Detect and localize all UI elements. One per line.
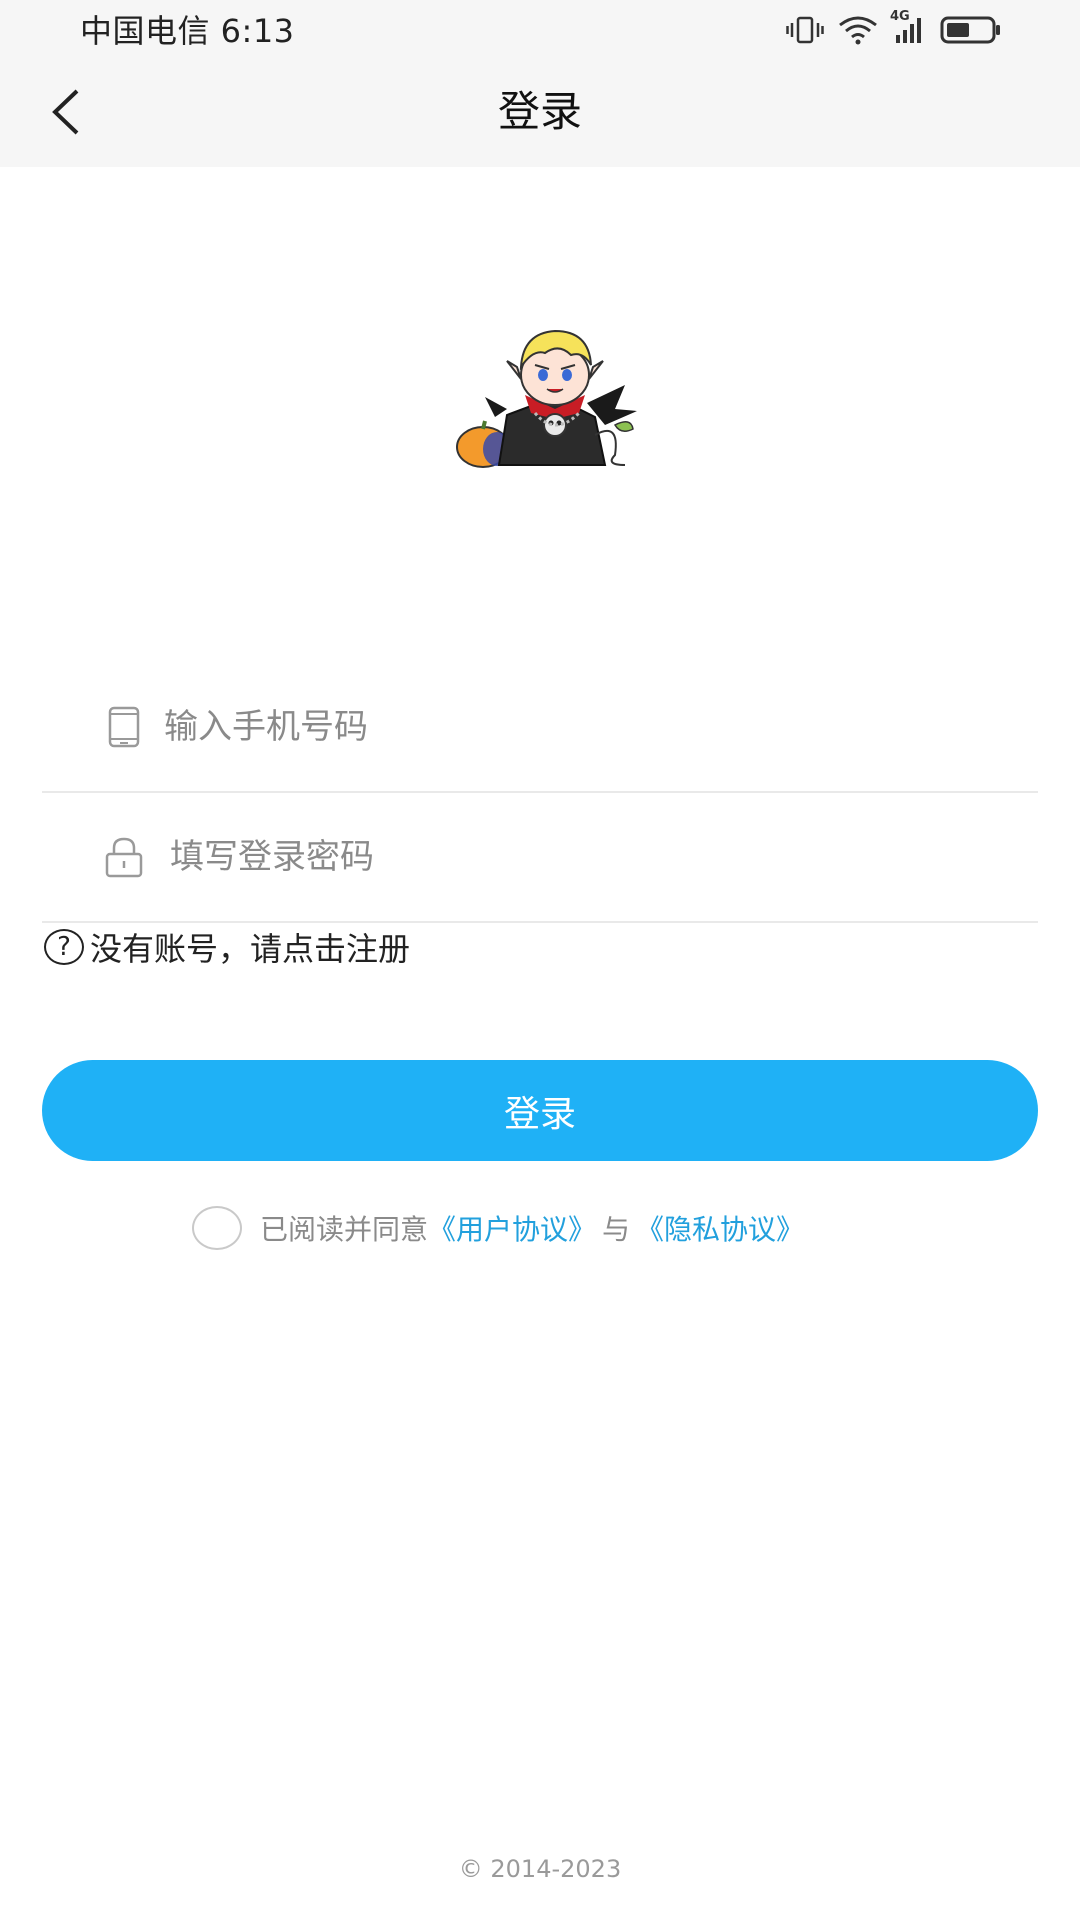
login-page: 中国电信 6:13 4G 登录 输入手机号码 ? 没有账号，请点击注册 登录 已… (0, 0, 1080, 1920)
agreement-separator: 与 (602, 1213, 631, 1246)
battery-icon (940, 15, 1002, 45)
register-link[interactable]: ? 没有账号，请点击注册 (44, 924, 410, 970)
agree-checkbox[interactable] (192, 1206, 242, 1250)
network-type-label: 4G (890, 9, 910, 24)
wifi-icon (838, 15, 878, 45)
phone-field-row (42, 663, 1038, 793)
login-button[interactable]: 登录 (42, 1060, 1038, 1161)
lock-icon (102, 833, 146, 881)
agreement-row: 已阅读并同意 《用户协议》 与 《隐私协议》 (192, 1203, 804, 1253)
signal-icon: 4G (890, 9, 926, 45)
password-field-row (42, 793, 1038, 923)
privacy-agreement-link[interactable]: 《隐私协议》 (636, 1208, 804, 1248)
password-input[interactable] (170, 827, 990, 887)
page-title: 登录 (497, 87, 582, 136)
agreement-prefix: 已阅读并同意 (260, 1213, 429, 1246)
copyright-text: © 2014-2023 (458, 1855, 622, 1883)
mascot-image (455, 325, 645, 475)
vibrate-icon (786, 16, 824, 44)
top-bar: 中国电信 6:13 4G 登录 (0, 0, 1080, 167)
status-icons: 4G (786, 9, 1002, 50)
phone-icon (102, 703, 146, 751)
register-hint-text: 没有账号，请点击注册 (90, 930, 411, 968)
question-circle-icon: ? (44, 929, 84, 965)
user-agreement-link[interactable]: 《用户协议》 (428, 1208, 596, 1248)
phone-input[interactable] (164, 697, 984, 757)
status-carrier-time: 中国电信 6:13 (80, 12, 295, 50)
